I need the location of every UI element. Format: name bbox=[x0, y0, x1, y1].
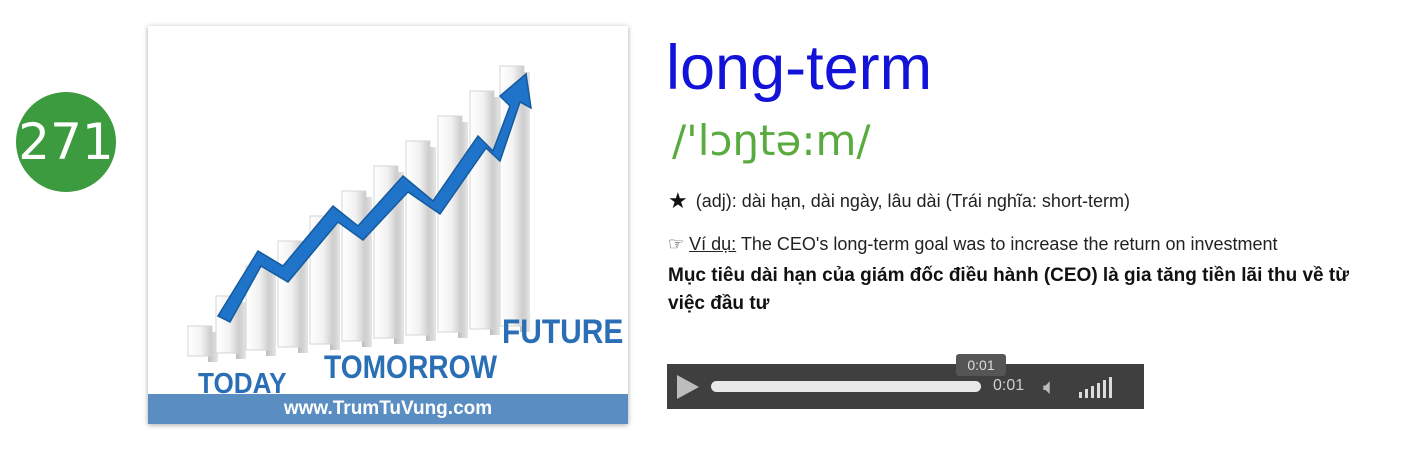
progress-track[interactable] bbox=[711, 381, 981, 392]
current-time: 0:01 bbox=[993, 377, 1025, 394]
example-english: The CEO's long-term goal was to increase… bbox=[736, 234, 1278, 254]
label-tomorrow: TOMORROW bbox=[324, 349, 498, 385]
bar-columns bbox=[187, 65, 530, 362]
entry-number-badge: 271 bbox=[16, 92, 116, 192]
bar-column bbox=[341, 190, 367, 342]
definition-line: ★ (adj): dài hạn, dài ngày, lâu dài (Trá… bbox=[668, 188, 1130, 214]
pronunciation: /'lɔŋtə:m/ bbox=[672, 116, 871, 165]
example-label: Ví dụ: bbox=[689, 234, 737, 254]
example-vietnamese: Mục tiêu dài hạn của giám đốc điều hành … bbox=[668, 265, 1349, 314]
entry-number: 271 bbox=[18, 113, 114, 171]
vocab-word: long-term bbox=[666, 33, 933, 103]
bar-column bbox=[405, 140, 431, 336]
label-future: FUTURE bbox=[502, 313, 624, 351]
bar-column bbox=[437, 115, 463, 333]
volume-icon[interactable]: 🔈︎ bbox=[1043, 374, 1056, 400]
time-tooltip: 0:01 bbox=[956, 354, 1006, 376]
pointing-hand-icon: ☞ bbox=[668, 234, 685, 254]
volume-slider[interactable] bbox=[1079, 376, 1112, 398]
play-icon[interactable] bbox=[677, 375, 699, 399]
star-icon: ★ bbox=[668, 188, 688, 213]
bar-column bbox=[187, 325, 213, 357]
definition-text: (adj): dài hạn, dài ngày, lâu dài (Trái … bbox=[695, 190, 1130, 211]
example-line: ☞ Ví dụ: The CEO's long-term goal was to… bbox=[668, 234, 1388, 255]
audio-player: 0:01 🔈︎ bbox=[667, 364, 1144, 409]
image-footer-url: www.TrumTuVung.com bbox=[148, 394, 628, 424]
illustration-card: TODAY TOMORROW FUTURE www.TrumTuVung.com bbox=[148, 26, 628, 424]
bar-column bbox=[469, 90, 495, 330]
